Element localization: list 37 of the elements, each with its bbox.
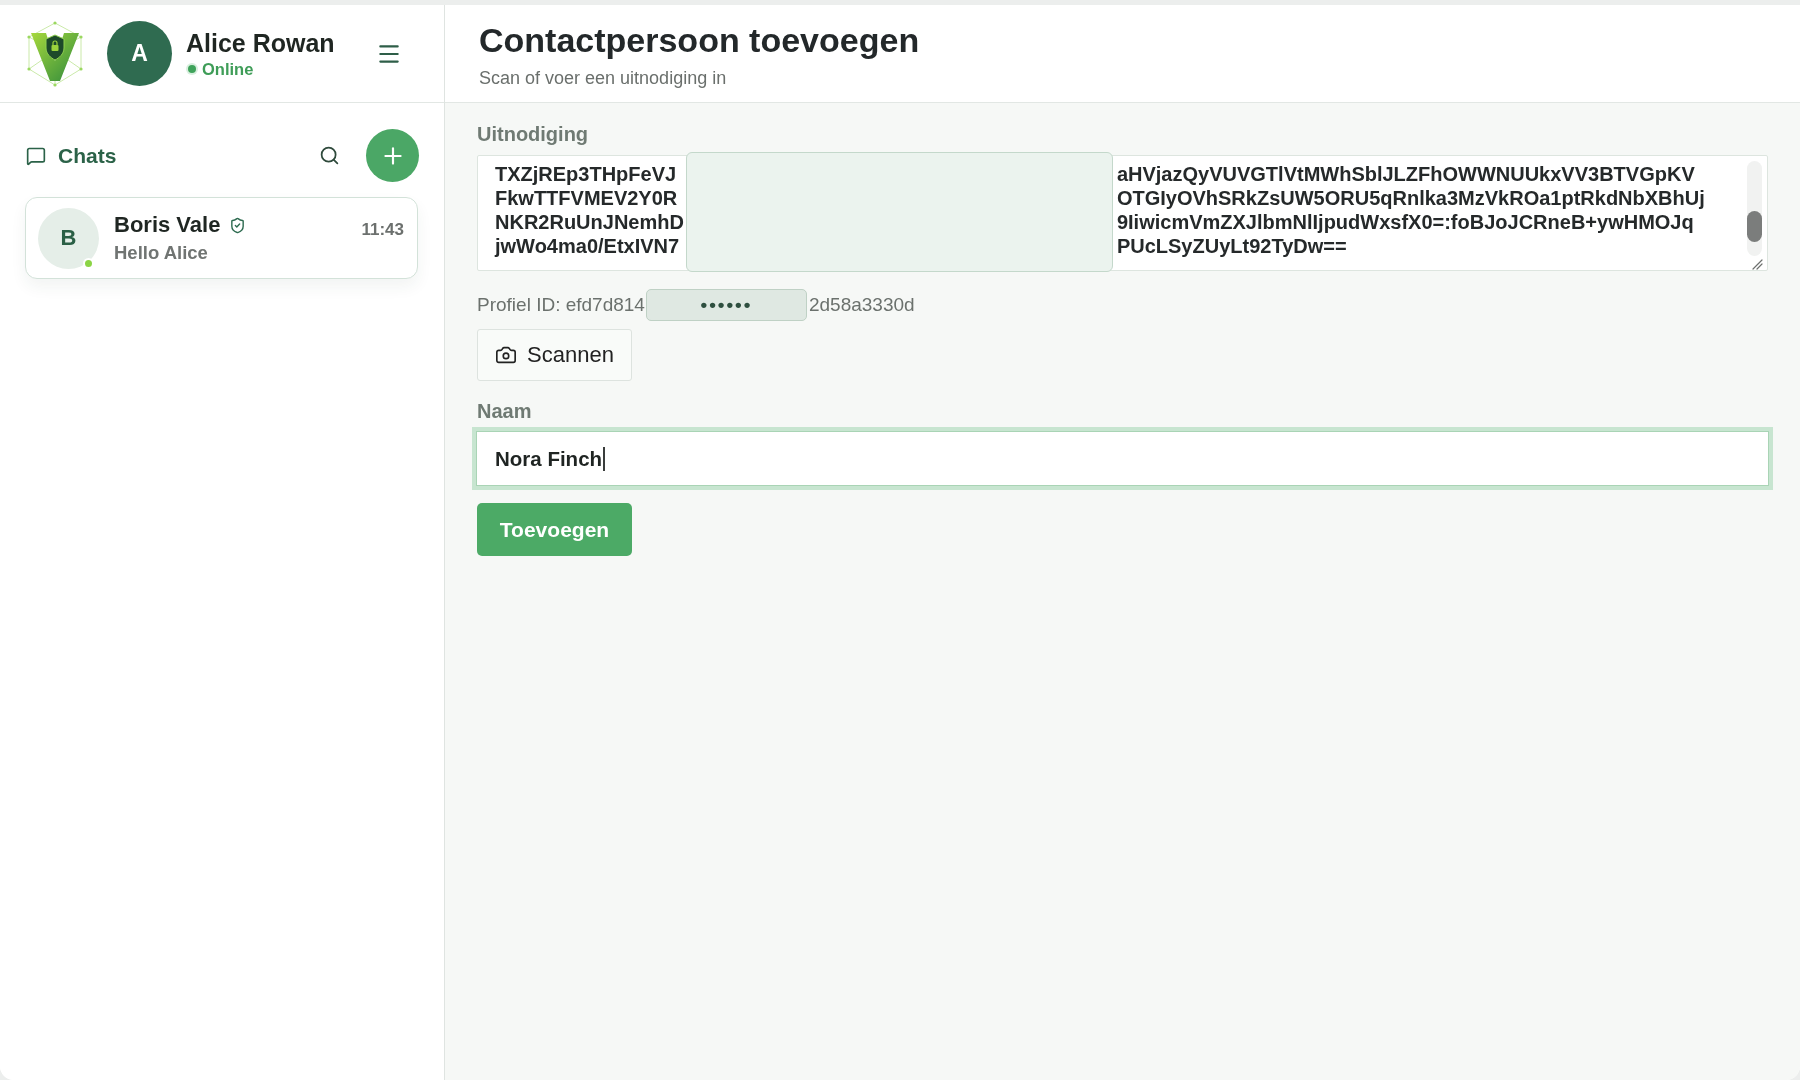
camera-icon	[495, 344, 518, 366]
page-subtitle: Scan of voer een uitnodiging in	[479, 67, 728, 89]
resize-handle-icon[interactable]	[1751, 259, 1763, 270]
user-name: Alice Rowan	[186, 28, 336, 58]
message-preview: Hello Alice	[114, 241, 209, 264]
invitation-text: aHVjazQyVUVGTlVtMWhSblJLZFhOWWNUUkxVV3BTVGpKV	[1116, 162, 1696, 186]
user-status: Online	[202, 59, 254, 79]
scan-button[interactable]: Scannen	[477, 329, 632, 381]
invitation-text: NKR2RuUnJNemhD	[495, 210, 684, 234]
scrollbar-thumb[interactable]	[1746, 211, 1762, 242]
search-button[interactable]	[319, 145, 340, 166]
field-label: Naam	[477, 399, 532, 423]
text-cursor-icon	[603, 446, 606, 471]
search-icon	[319, 145, 340, 166]
page-title: Contactpersoon toevoegen	[479, 20, 921, 60]
new-chat-button[interactable]	[366, 129, 419, 182]
profile-id-text: Profiel ID: efd7d814	[477, 294, 645, 316]
invitation-text: OTGIyOVhSRkZsUW5ORU5qRnlka3MzVkROa1ptRkdNbXBhUj	[1116, 186, 1706, 210]
invitation-text: PUcLSyZUyLt92TyDw==	[1116, 234, 1348, 258]
name-input[interactable]: Nora Finch	[472, 427, 1773, 490]
invitation-text: FkwTTFVMEV2Y0R	[495, 186, 679, 210]
contact-avatar: B	[38, 207, 99, 269]
section-title: Chats	[58, 143, 118, 168]
v-shield-icon	[25, 20, 85, 87]
user-avatar: A	[107, 21, 172, 86]
invitation-text: jwWo4ma0/EtxIVN7	[495, 234, 681, 258]
chat-bubble-icon	[26, 145, 46, 166]
masked-id-chip[interactable]: ••••••	[645, 289, 807, 321]
status-dot-icon	[186, 63, 198, 75]
invitation-text: TXZjREp3THpFeVJ	[495, 162, 678, 186]
contact-name: Boris Vale	[114, 212, 221, 238]
invitation-text: 9IiwicmVmZXJlbmNlIjpudWxsfX0=:foBJoJCRneB+ywHMOJq	[1116, 210, 1695, 234]
field-label: Uitnodiging	[477, 122, 589, 146]
profile-id-text: 2d58a3330d	[808, 294, 915, 316]
invitation-textarea[interactable]	[477, 155, 1768, 271]
message-time: 11:43	[361, 220, 404, 240]
chat-list-item[interactable]: B Boris Vale Hello Alice 11:43	[25, 197, 418, 279]
